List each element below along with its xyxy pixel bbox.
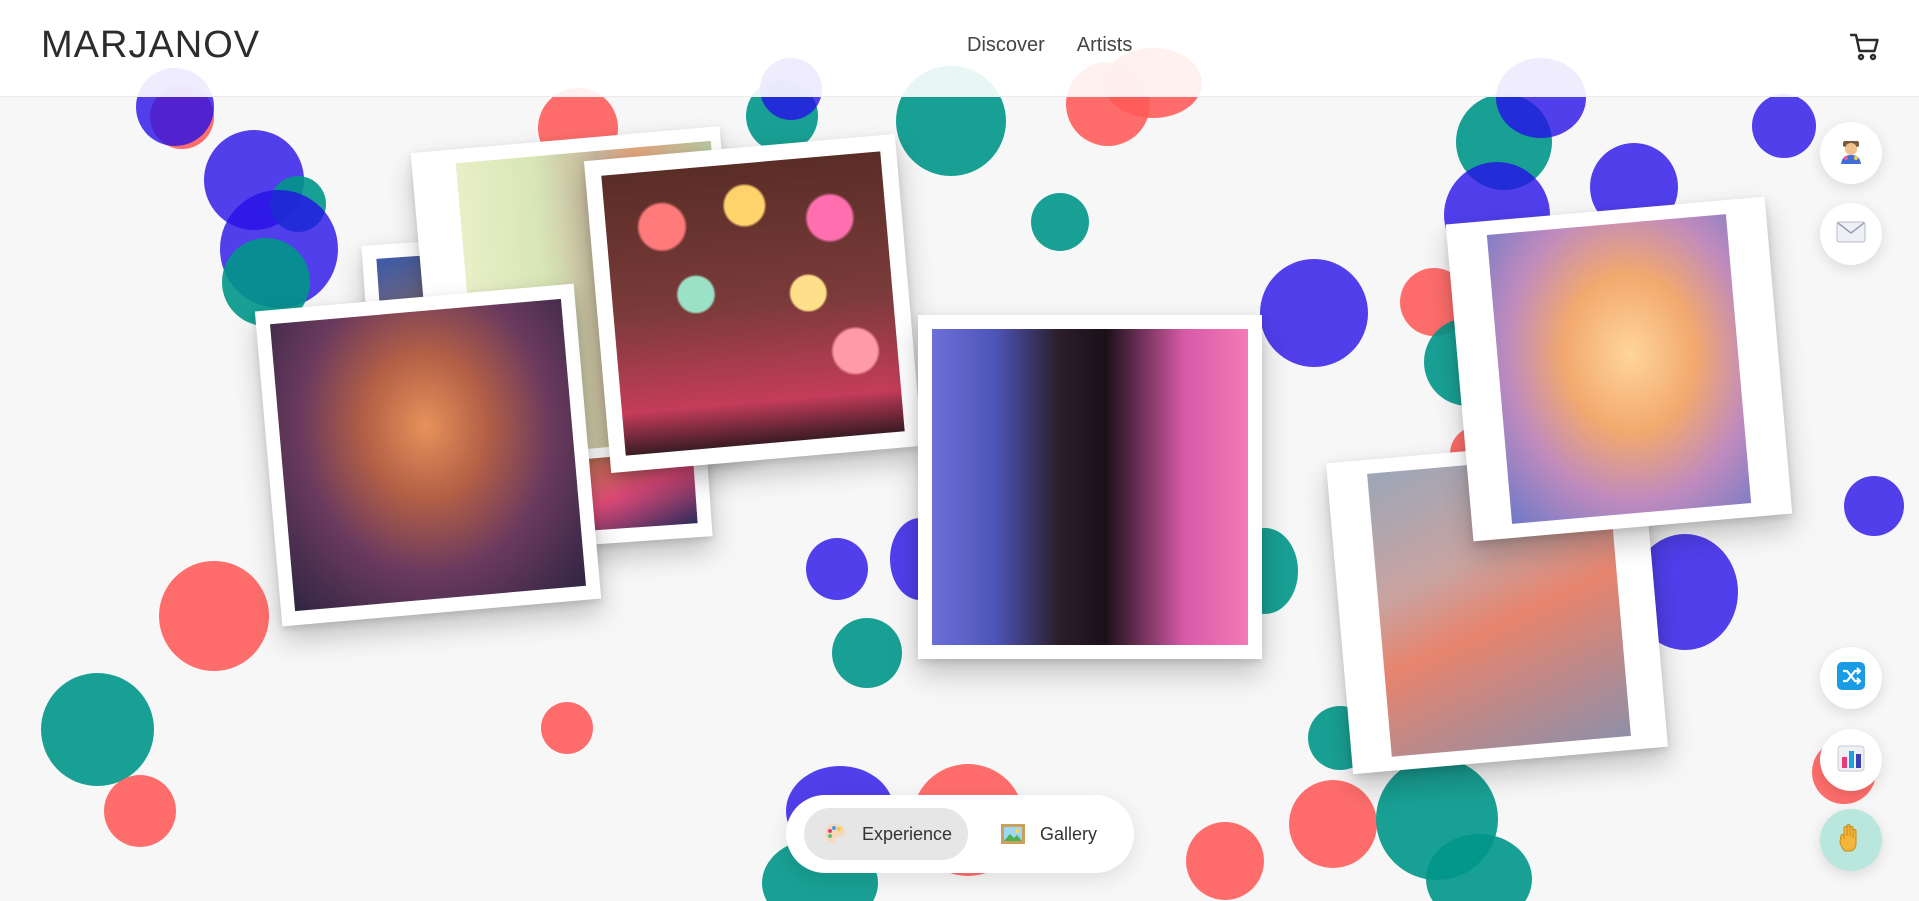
nav-discover[interactable]: Discover: [967, 34, 1045, 57]
palette-icon: [822, 821, 848, 847]
cart-icon[interactable]: [1848, 30, 1882, 64]
site-logo[interactable]: MARJANOV: [41, 24, 260, 67]
bubble: [1031, 193, 1089, 251]
artwork-card-tv-wall[interactable]: [583, 133, 923, 474]
bubble: [1289, 780, 1377, 868]
artwork-card-woman-looking-down[interactable]: [254, 283, 602, 627]
envelope-icon: [1836, 221, 1866, 248]
view-mode-switcher: Experience Gallery: [786, 795, 1134, 873]
bubble: [541, 702, 593, 754]
bar-chart-icon: [1836, 743, 1866, 778]
raised-hand-icon: [1837, 823, 1865, 858]
artwork-image: [932, 329, 1248, 645]
artwork-card-portrait-center[interactable]: [918, 315, 1262, 659]
stats-button[interactable]: [1820, 729, 1882, 791]
top-navigation-bar: MARJANOV Discover Artists: [0, 0, 1919, 97]
bubble: [104, 775, 176, 847]
artwork-image: [270, 298, 586, 612]
bubble: [159, 561, 269, 671]
main-nav: Discover Artists: [967, 34, 1132, 57]
bubble: [832, 618, 902, 688]
artwork-scene: [0, 0, 1919, 901]
bubble: [1752, 94, 1816, 158]
gallery-mode-button[interactable]: Gallery: [982, 808, 1112, 860]
artist-profile-button[interactable]: [1820, 122, 1882, 184]
interact-button[interactable]: [1820, 809, 1882, 871]
contact-button[interactable]: [1820, 203, 1882, 265]
artist-emoji-icon: [1836, 136, 1866, 171]
bubble: [1844, 476, 1904, 536]
shuffle-icon: [1836, 661, 1866, 696]
nav-artists[interactable]: Artists: [1077, 34, 1133, 57]
experience-label: Experience: [862, 823, 953, 844]
gallery-label: Gallery: [1040, 823, 1098, 844]
experience-mode-button[interactable]: Experience: [804, 808, 968, 860]
framed-picture-icon: [1000, 821, 1026, 847]
bubble: [1186, 822, 1264, 900]
artwork-card-face-closeup[interactable]: [1445, 196, 1793, 542]
bubble: [41, 673, 154, 786]
bubble: [806, 538, 868, 600]
shuffle-button[interactable]: [1820, 647, 1882, 709]
artwork-image: [1486, 214, 1752, 524]
artwork-image: [601, 151, 905, 456]
bubble: [1260, 259, 1368, 367]
